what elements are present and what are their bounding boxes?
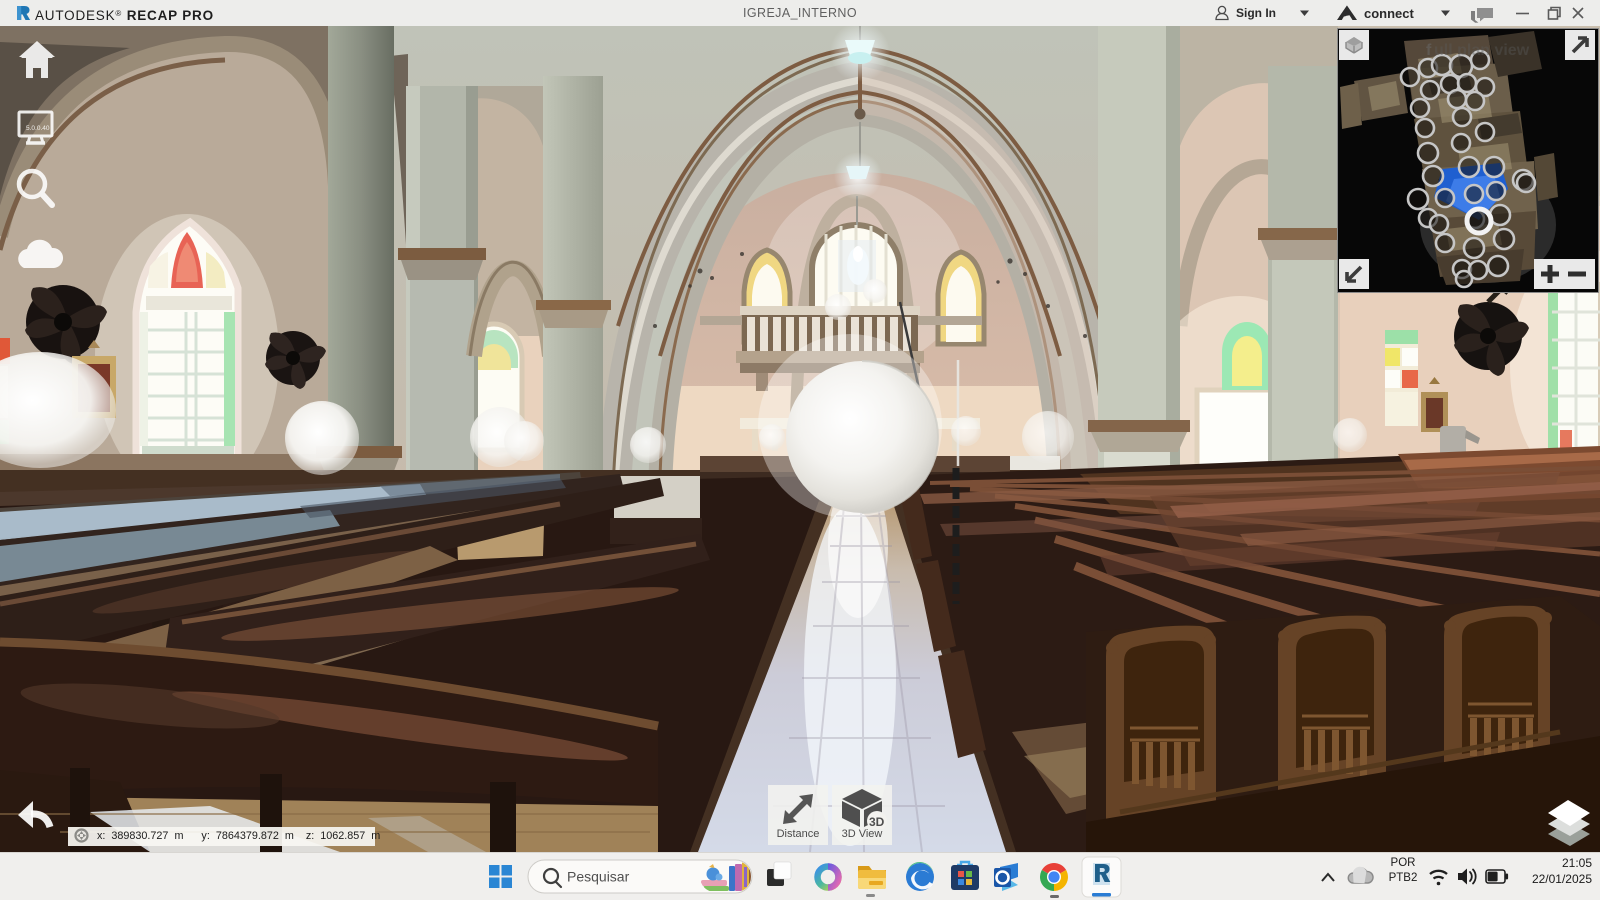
svg-text:ull plan view: ull plan view xyxy=(1434,42,1530,59)
svg-text:f: f xyxy=(1426,42,1432,59)
svg-text:5.0.0.40: 5.0.0.40 xyxy=(26,125,50,132)
svg-text:3D: 3D xyxy=(869,815,885,829)
svg-text:Pesquisar: Pesquisar xyxy=(567,869,630,885)
